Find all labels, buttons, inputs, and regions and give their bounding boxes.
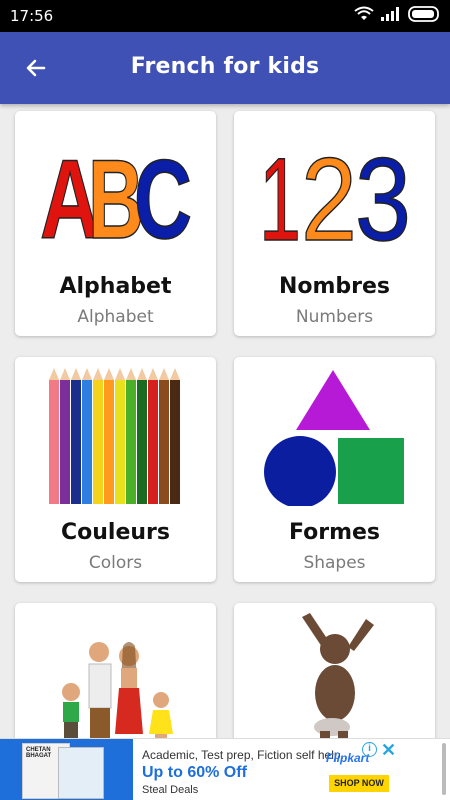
ad-headline: Academic, Test prep, Fiction self help..… bbox=[142, 748, 351, 762]
card-title: Couleurs bbox=[61, 520, 170, 545]
card-body[interactable] bbox=[234, 603, 435, 738]
wifi-icon bbox=[354, 6, 374, 20]
status-icons bbox=[354, 6, 442, 22]
app-bar: French for kids bbox=[0, 32, 450, 104]
svg-text:3: 3 bbox=[355, 134, 411, 250]
close-icon[interactable]: ✕ bbox=[381, 740, 396, 761]
svg-text:1: 1 bbox=[259, 134, 301, 250]
ad-banner[interactable]: CHETAN BHAGAT Academic, Test prep, Ficti… bbox=[0, 738, 450, 800]
card-title: Formes bbox=[288, 520, 381, 545]
svg-text:2: 2 bbox=[301, 134, 357, 250]
category-grid: A B C Alphabet Alphabet 1 2 3 Nombres Nu… bbox=[0, 104, 450, 738]
card-subtitle: Numbers bbox=[295, 307, 374, 327]
body-baby-icon bbox=[234, 603, 435, 738]
status-time: 17:56 bbox=[10, 7, 54, 25]
ad-subtext: Steal Deals bbox=[142, 784, 199, 796]
shop-now-button[interactable]: SHOP NOW bbox=[329, 775, 389, 792]
card-subtitle: Colors bbox=[88, 553, 143, 573]
card-family[interactable] bbox=[15, 603, 216, 738]
info-icon[interactable]: i bbox=[362, 742, 377, 757]
ad-image: CHETAN BHAGAT bbox=[0, 739, 133, 800]
svg-text:C: C bbox=[134, 137, 192, 250]
book-cover-image bbox=[58, 747, 104, 799]
scrollbar bbox=[442, 743, 446, 795]
signal-icon bbox=[381, 7, 399, 21]
family-icon bbox=[15, 603, 216, 738]
card-alphabet[interactable]: A B C Alphabet Alphabet bbox=[15, 111, 216, 336]
status-bar: 17:56 bbox=[0, 0, 450, 32]
card-subtitle: Shapes bbox=[303, 553, 366, 573]
colored-pencils-icon bbox=[15, 357, 216, 515]
abc-letters-icon: A B C bbox=[15, 111, 216, 269]
card-title: Alphabet bbox=[59, 274, 172, 299]
ad-offer: Up to 60% Off bbox=[142, 764, 247, 781]
card-title: Nombres bbox=[278, 274, 391, 299]
card-subtitle: Alphabet bbox=[77, 307, 154, 327]
card-nombres[interactable]: 1 2 3 Nombres Numbers bbox=[234, 111, 435, 336]
page-title: French for kids bbox=[130, 54, 320, 79]
numbers-123-icon: 1 2 3 bbox=[234, 111, 435, 269]
card-couleurs[interactable]: Couleurs Colors bbox=[15, 357, 216, 582]
battery-icon bbox=[408, 6, 439, 22]
shapes-icon bbox=[234, 357, 435, 515]
card-formes[interactable]: Formes Shapes bbox=[234, 357, 435, 582]
